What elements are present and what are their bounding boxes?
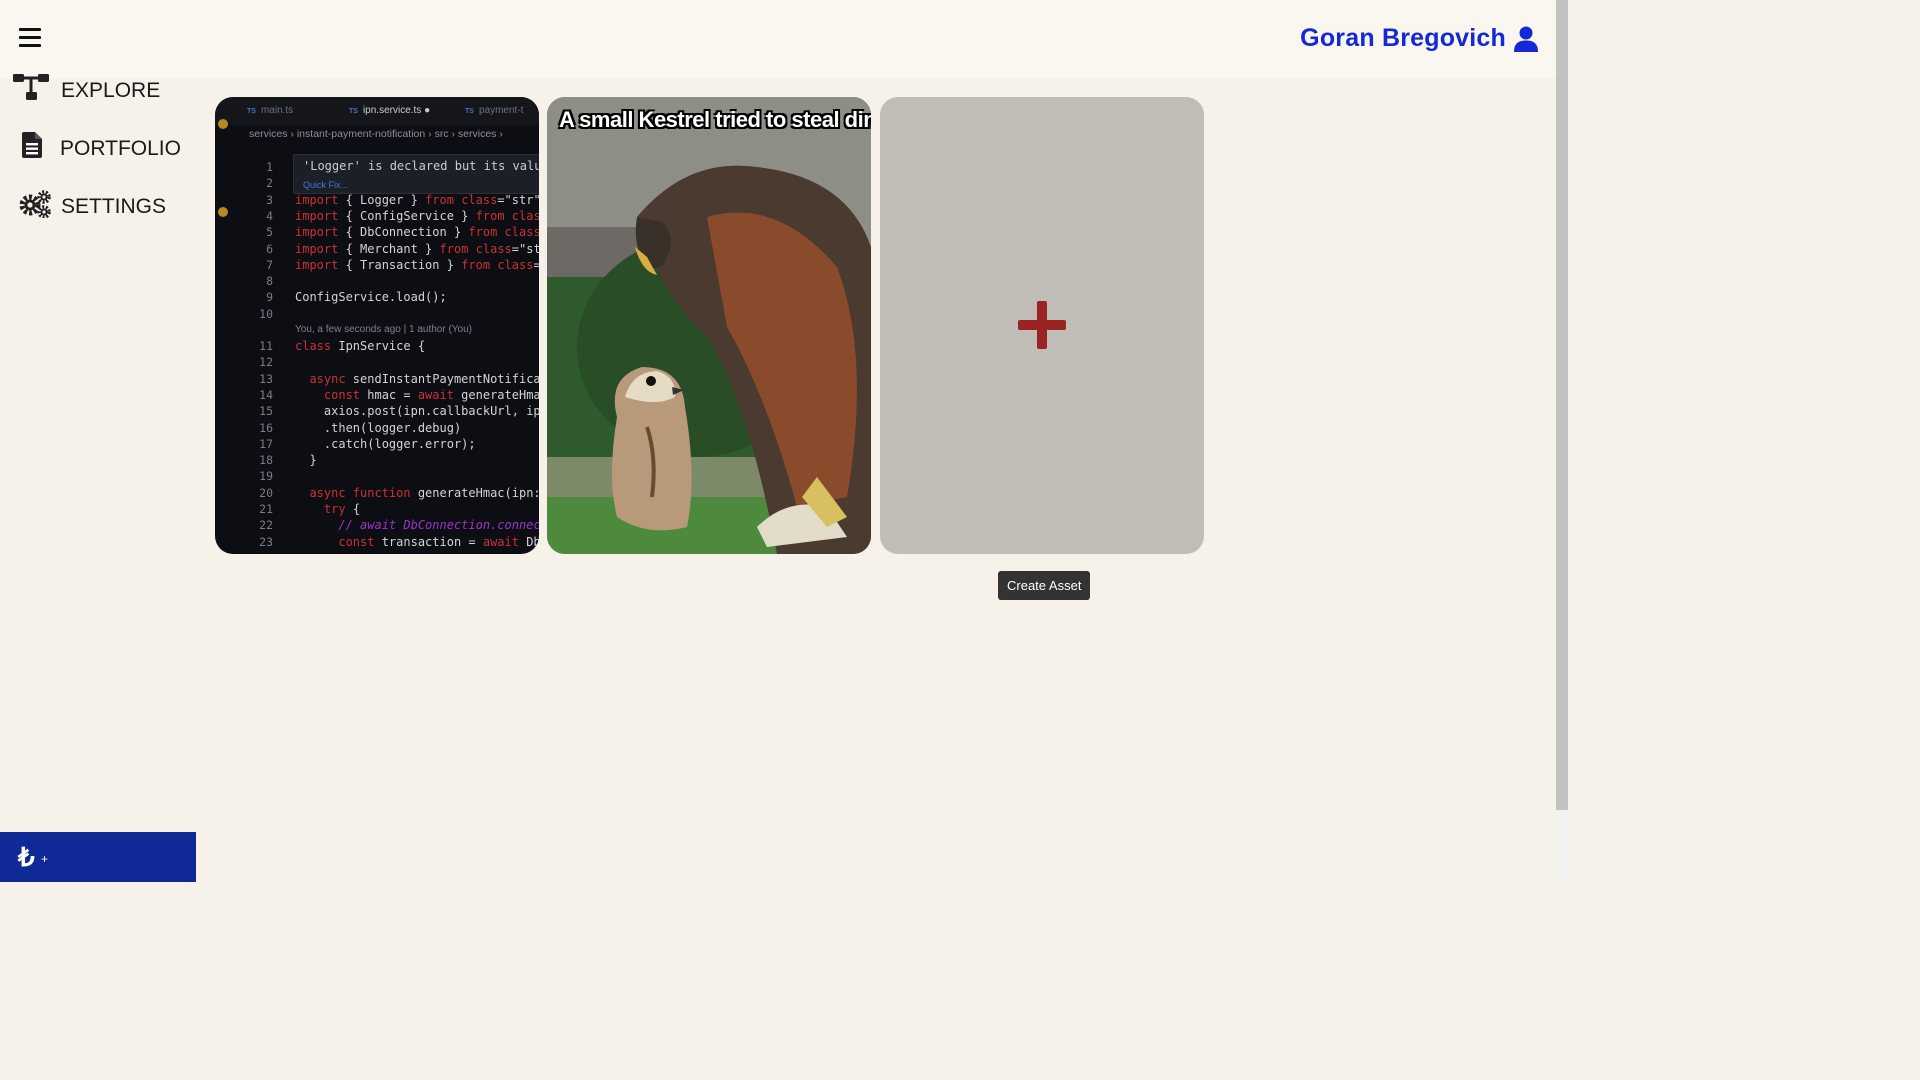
code-text: import { DbConnection } from class="str"… <box>295 225 539 240</box>
code-text: const transaction = await Db <box>338 534 539 549</box>
create-asset-card[interactable] <box>880 97 1204 554</box>
create-asset-tooltip: Create Asset <box>998 571 1091 600</box>
code-text: async sendInstantPaymentNotifica <box>309 371 539 386</box>
line-number: 16 <box>259 420 273 435</box>
sitemap-icon <box>13 72 49 107</box>
quick-fix-link: Quick Fix... <box>303 180 349 190</box>
line-number: 10 <box>259 306 273 321</box>
code-text: // await DbConnection.connec <box>295 518 539 533</box>
line-number: 11 <box>259 339 273 353</box>
editor-tab: TS payment-t <box>465 105 524 116</box>
line-number: 21 <box>259 502 273 516</box>
code-text: .catch(logger.error); <box>295 436 476 451</box>
line-number: 23 <box>259 534 273 549</box>
code-text: ConfigService.load(); <box>295 290 447 305</box>
plus-icon[interactable] <box>1018 301 1066 349</box>
line-number: 20 <box>259 485 273 500</box>
code-text: class IpnService { <box>295 339 426 353</box>
line-number: 3 <box>266 192 273 207</box>
document-icon <box>22 132 42 163</box>
line-number: 8 <box>266 274 273 289</box>
line-number: 4 <box>266 208 273 223</box>
line-number: 6 <box>266 241 273 256</box>
meme-caption: A small Kestrel tried to steal din <box>559 107 871 132</box>
user-profile-link[interactable]: Goran Bregovich <box>1300 24 1538 53</box>
sidebar-item-label: SETTINGS <box>61 195 167 218</box>
top-bar: Goran Bregovich <box>0 0 1556 78</box>
line-number: 2 <box>266 176 273 191</box>
line-number: 7 <box>266 257 273 272</box>
code-text: import { Merchant } from class="str">'..… <box>295 241 539 256</box>
kestrel-photo <box>547 97 871 554</box>
code-text: axios.post(ipn.callbackUrl, ip <box>295 404 539 419</box>
line-number: 15 <box>259 404 273 419</box>
editor-tab-active: TS ipn.service.ts ● <box>349 105 431 116</box>
plus-badge: + <box>41 852 49 866</box>
warning-text: 'Logger' is declared but its value <box>303 159 539 173</box>
code-text: } <box>295 453 317 468</box>
line-number: 19 <box>259 469 273 484</box>
editor-tabs: TS main.ts TS ipn.service.ts ● TS payment-t <box>215 97 539 125</box>
blame-annotation: You, a few seconds ago | 1 author (You) <box>295 324 472 335</box>
gears-icon <box>19 190 51 223</box>
warning-popup: 'Logger' is declared but its value Quick… <box>293 154 539 194</box>
code-text: try { <box>323 502 361 516</box>
code-text: import { Transaction } from class="str">… <box>295 257 539 272</box>
currency-button[interactable]: ₺ + <box>0 832 196 882</box>
code-text: import { ConfigService } from class="str… <box>295 208 539 223</box>
sidebar-item-label: EXPLORE <box>61 79 161 102</box>
asset-card-kestrel-image[interactable]: A small Kestrel tried to steal din <box>547 97 871 554</box>
code-text: import { Logger } from class="str">'../.… <box>295 192 539 207</box>
user-icon[interactable] <box>1514 26 1538 52</box>
sidebar-item-label: PORTFOLIO <box>60 137 181 160</box>
editor-breadcrumb: services › instant-payment-notification … <box>249 128 503 140</box>
line-number: 12 <box>259 355 273 370</box>
line-number: 1 <box>266 160 273 174</box>
scrollbar[interactable] <box>1556 0 1568 882</box>
lira-icon: ₺ <box>18 842 35 872</box>
line-number: 5 <box>266 225 273 240</box>
scrollbar-thumb[interactable] <box>1556 0 1568 810</box>
line-number: 13 <box>259 371 273 386</box>
user-name[interactable]: Goran Bregovich <box>1300 24 1506 53</box>
line-number: 18 <box>259 453 273 468</box>
warning-dot-icon <box>218 119 228 129</box>
line-number: 17 <box>259 436 273 451</box>
code-text: const hmac = await generateHma <box>323 387 539 402</box>
line-number: 14 <box>259 387 273 402</box>
code-text: async function generateHmac(ipn: <box>309 485 539 500</box>
asset-card-code[interactable]: TS main.ts TS ipn.service.ts ● TS payment-t… <box>215 97 539 554</box>
code-text: .then(logger.debug) <box>295 420 462 435</box>
line-number: 22 <box>259 518 273 533</box>
editor-tab: TS main.ts <box>247 105 294 116</box>
line-number: 9 <box>266 290 273 305</box>
hamburger-menu-icon[interactable] <box>19 28 41 48</box>
